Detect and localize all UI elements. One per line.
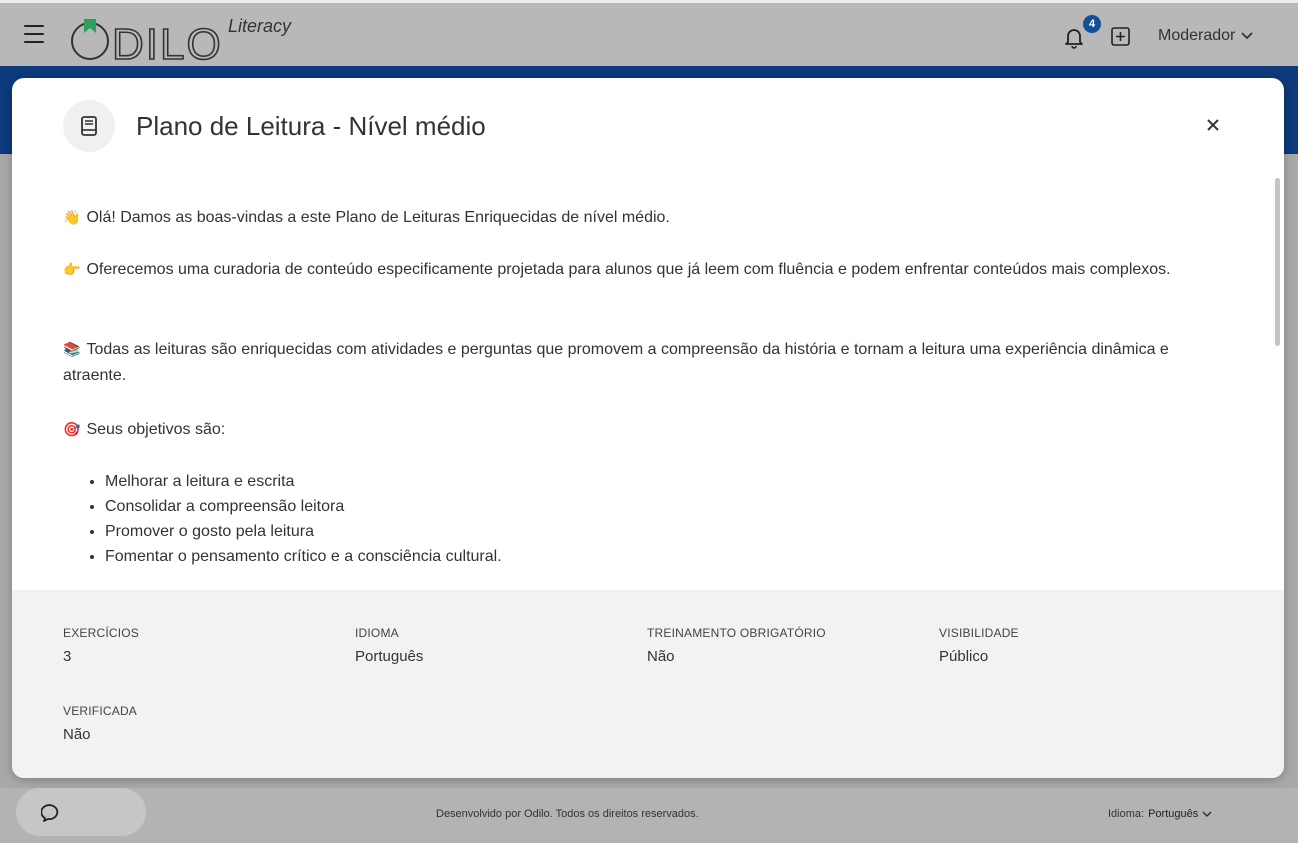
meta-language: IDIOMA Português (355, 626, 424, 665)
waving-hand-icon: 👋 (63, 210, 81, 226)
list-item: Promover o gosto pela leitura (105, 519, 1205, 544)
chat-button[interactable] (16, 788, 146, 836)
svg-text:DILO: DILO (112, 20, 223, 63)
curation-paragraph: 👉 Oferecemos uma curadoria de conteúdo es… (63, 261, 1171, 278)
odilo-logo[interactable]: DILO (68, 9, 228, 63)
chat-bubble-icon (41, 804, 59, 822)
logo-subtitle: Literacy (228, 16, 292, 36)
language-label: Idioma: (1108, 808, 1145, 820)
books-icon: 📚 (63, 342, 81, 358)
meta-verified: VERIFICADA Não (63, 704, 138, 743)
user-menu[interactable]: Moderador (1158, 27, 1254, 45)
modal-description[interactable]: 👋 Olá! Damos as boas-vindas a este Plano … (12, 174, 1284, 590)
enrichment-paragraph: 📚 Todas as leituras são enriquecidas com … (63, 341, 1169, 384)
notifications-bell-icon[interactable] (1062, 25, 1086, 49)
list-item: Melhorar a leitura e escrita (105, 469, 1205, 494)
target-icon: 🎯 (63, 422, 81, 438)
list-item: Consolidar a compreensão leitora (105, 494, 1205, 519)
language-value: Português (1148, 808, 1199, 820)
scrollbar[interactable] (1275, 178, 1280, 346)
meta-mandatory-training: TREINAMENTO OBRIGATÓRIO Não (647, 626, 826, 665)
modal-header: Plano de Leitura - Nível médio (12, 78, 1284, 174)
pointing-hand-icon: 👉 (63, 262, 81, 278)
close-icon[interactable] (1203, 115, 1223, 135)
language-select[interactable]: Idioma: Português (1108, 808, 1212, 820)
modal-title: Plano de Leitura - Nível médio (136, 111, 486, 141)
menu-icon[interactable] (24, 25, 44, 43)
list-item: Fomentar o pensamento crítico e a consci… (105, 544, 1205, 569)
meta-exercises: EXERCÍCIOS 3 (63, 626, 140, 665)
user-menu-label: Moderador (1158, 27, 1236, 44)
page-footer: Desenvolvido por Odilo. Todos os direito… (0, 788, 1298, 843)
copyright-text: Desenvolvido por Odilo. Todos os direito… (436, 808, 699, 820)
meta-visibility: VISIBILIDADE Público (939, 626, 1019, 665)
notification-count-badge: 4 (1083, 15, 1101, 33)
modal-details: EXERCÍCIOS 3 IDIOMA Português TREINAMENT… (12, 590, 1284, 778)
chevron-down-icon (1241, 32, 1254, 40)
chevron-down-icon (1202, 810, 1212, 817)
reading-plan-modal: Plano de Leitura - Nível médio 👋 Olá! Dam… (12, 78, 1284, 778)
top-header: DILO Literacy 4 Moderador (0, 0, 1298, 66)
book-icon (63, 100, 115, 152)
add-icon[interactable] (1111, 27, 1130, 46)
intro-paragraph: 👋 Olá! Damos as boas-vindas a este Plano … (63, 209, 670, 226)
objectives-heading: 🎯 Seus objetivos são: (63, 421, 226, 438)
objectives-list: Melhorar a leitura e escrita Consolidar … (63, 469, 1205, 569)
